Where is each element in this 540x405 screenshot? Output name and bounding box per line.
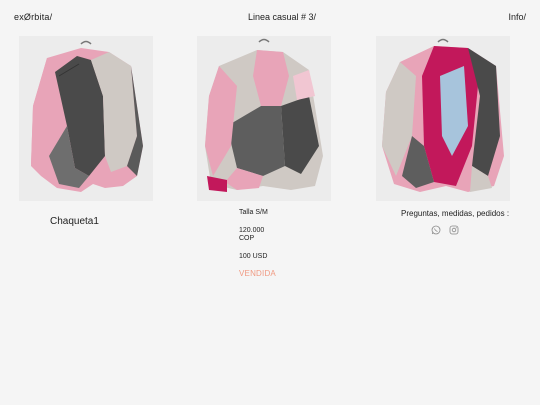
sold-status-badge: VENDIDA bbox=[239, 269, 276, 278]
price-usd: 100 USD bbox=[239, 253, 268, 260]
page: exØrbita/ Linea casual # 3/ Info/ Chaque… bbox=[0, 0, 540, 405]
whatsapp-icon[interactable] bbox=[431, 225, 441, 235]
info-link[interactable]: Info/ bbox=[508, 12, 526, 22]
instagram-icon[interactable] bbox=[449, 225, 459, 235]
product-photo-open[interactable] bbox=[376, 36, 510, 201]
price-cop-amount: 120.000 bbox=[239, 227, 265, 234]
contact-prompt: Preguntas, medidas, pedidos : bbox=[401, 209, 510, 218]
product-photo-back[interactable] bbox=[197, 36, 331, 201]
jacket-illustration-front bbox=[19, 36, 153, 201]
social-links bbox=[431, 225, 459, 235]
jacket-illustration-open bbox=[376, 36, 510, 201]
product-size: Talla S/M bbox=[239, 209, 268, 216]
price-cop-currency: COP bbox=[239, 235, 255, 242]
jacket-illustration-back bbox=[197, 36, 331, 201]
collection-title: Linea casual # 3/ bbox=[248, 12, 317, 22]
brand-logo-link[interactable]: exØrbita/ bbox=[14, 12, 52, 22]
product-photo-front[interactable] bbox=[19, 36, 153, 201]
product-details: Talla S/M 120.000 COP 100 USD VENDIDA bbox=[239, 209, 276, 278]
product-name: Chaqueta1 bbox=[50, 216, 99, 227]
